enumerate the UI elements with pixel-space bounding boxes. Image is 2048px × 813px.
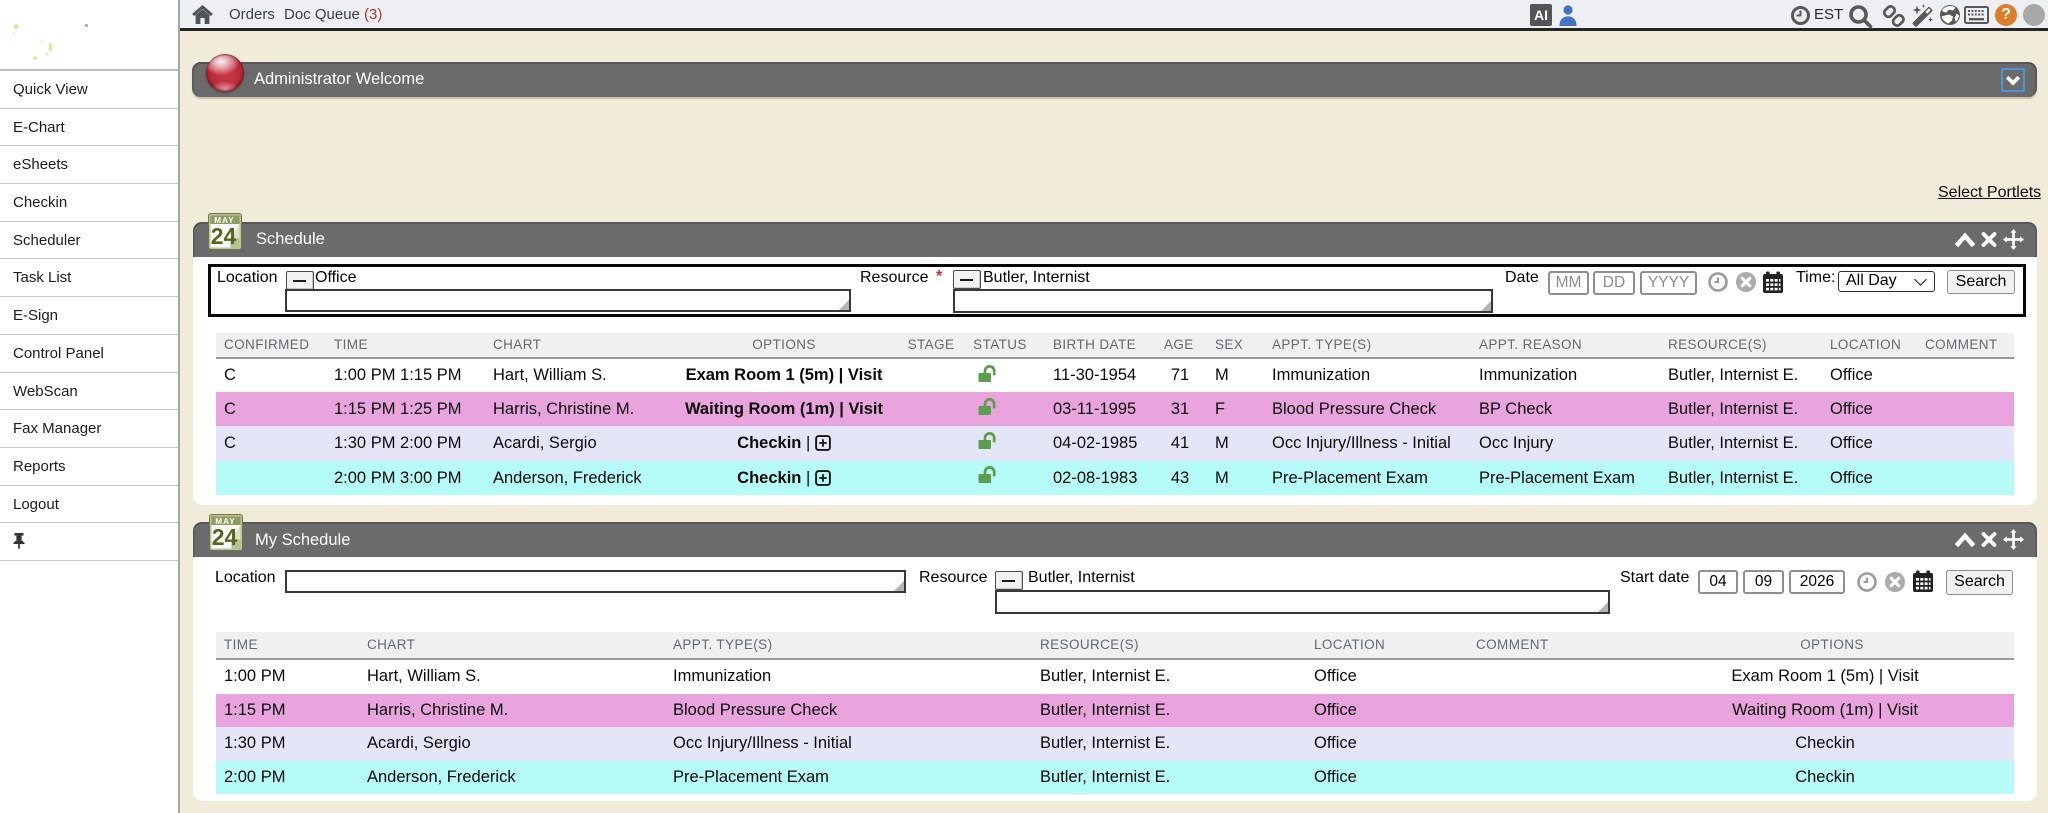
svg-text:24: 24 — [211, 223, 237, 249]
svg-text:24: 24 — [212, 524, 238, 550]
